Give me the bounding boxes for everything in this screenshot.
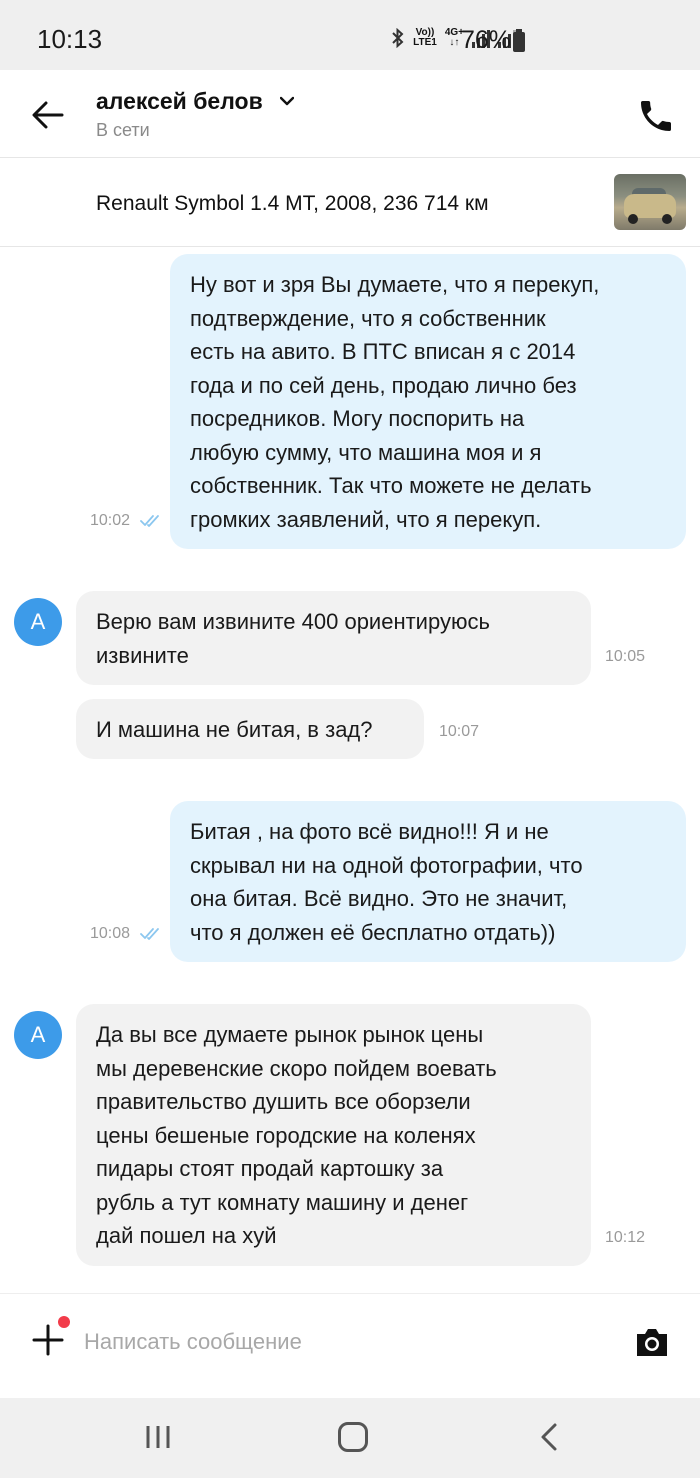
message-line: года и по сей день, продаю лично без (190, 372, 577, 398)
listing-title[interactable]: Renault Symbol 1.4 MT, 2008, 236 714 км (96, 192, 489, 216)
message-line: посредников. Могу поспорить на (190, 406, 525, 431)
chevron-down-icon[interactable] (280, 96, 294, 106)
message-line: Да вы все думаете рынок рынок цены (96, 1022, 484, 1047)
battery-icon (513, 29, 525, 52)
message-line: И машина не битая, в зад? (96, 717, 373, 742)
message-line: есть на авито. В ПТС вписан я с 2014 (190, 339, 576, 364)
back-arrow-icon[interactable] (30, 100, 64, 130)
battery-percent: 76% (461, 26, 512, 54)
message-line: собственник. Так что можете не делать (190, 473, 592, 498)
plus-icon[interactable] (32, 1324, 64, 1356)
avatar[interactable]: А (14, 598, 62, 646)
system-nav-bar (0, 1398, 700, 1478)
volte-indicator: Vo)) LTE1 (413, 28, 437, 48)
message-bubble-outgoing[interactable]: Битая , на фото всё видно!!! Я и не скры… (170, 801, 686, 962)
message-line: извините (96, 642, 189, 668)
message-composer (0, 1293, 700, 1398)
double-check-icon (140, 928, 159, 940)
avatar[interactable]: А (14, 1011, 62, 1059)
message-line: дай пошел на хуй (96, 1223, 277, 1248)
message-bubble-incoming[interactable]: И машина не битая, в зад? (76, 699, 424, 759)
home-icon[interactable] (338, 1422, 368, 1452)
message-line: рубль а тут комнату машину и денег (96, 1189, 469, 1215)
contact-status: В сети (96, 120, 150, 140)
listing-thumbnail[interactable] (614, 174, 686, 230)
message-line: что я должен её бесплатно отдать)) (190, 919, 556, 945)
message-line: Битая , на фото всё видно!!! Я и не (190, 819, 549, 844)
message-line: подтверждение, что я собственник (190, 305, 546, 331)
contact-name[interactable]: алексей белов (96, 88, 263, 115)
message-line: скрывал ни на одной фотографии, что (190, 852, 583, 878)
message-line: Ну вот и зря Вы думаете, что я перекуп, (190, 272, 600, 297)
car-wheel-rear (662, 214, 672, 224)
camera-icon[interactable] (634, 1326, 670, 1358)
recent-apps-icon[interactable] (145, 1424, 171, 1450)
message-time: 10:12 (605, 1229, 646, 1246)
car-wheel-front (628, 214, 638, 224)
message-line: Верю вам извините 400 ориентируюсь (96, 609, 490, 634)
status-time: 10:13 (37, 24, 103, 54)
message-bubble-outgoing[interactable]: Ну вот и зря Вы думаете, что я перекуп, … (170, 254, 686, 549)
message-line: правительство душить все оборзели (96, 1089, 471, 1114)
message-time: 10:05 (605, 648, 646, 665)
chat-header: алексей белов В сети (0, 70, 700, 158)
message-line: громких заявлений, что я перекуп. (190, 506, 542, 532)
message-input[interactable] (84, 1324, 604, 1360)
chat-area[interactable]: Ну вот и зря Вы думаете, что я перекуп, … (0, 248, 700, 1293)
message-line: она битая. Всё видно. Это не значит, (190, 886, 568, 911)
message-line: мы деревенские скоро пойдем воевать (96, 1055, 497, 1081)
lte-label: LTE1 (413, 37, 437, 48)
message-bubble-incoming[interactable]: Верю вам извините 400 ориентируюсь извин… (76, 591, 591, 685)
message-line: любую сумму, что машина моя и я (190, 439, 542, 465)
listing-card[interactable]: Renault Symbol 1.4 MT, 2008, 236 714 км (0, 159, 700, 247)
status-bar: 10:13 Vo)) LTE1 4G+ ↓↑ 76% (0, 0, 700, 70)
phone-icon[interactable] (636, 96, 676, 136)
message-time: 10:02 (90, 512, 131, 529)
double-check-icon (140, 515, 159, 527)
bluetooth-icon (392, 28, 404, 48)
notification-dot (58, 1316, 70, 1328)
message-bubble-incoming[interactable]: Да вы все думаете рынок рынок цены мы де… (76, 1004, 591, 1266)
nav-back-icon[interactable] (538, 1422, 560, 1452)
message-time: 10:07 (439, 723, 480, 740)
message-time: 10:08 (90, 925, 131, 942)
message-line: цены бешеные городские на коленях (96, 1122, 476, 1148)
message-line: пидары стоят продай картошку за (96, 1156, 444, 1181)
